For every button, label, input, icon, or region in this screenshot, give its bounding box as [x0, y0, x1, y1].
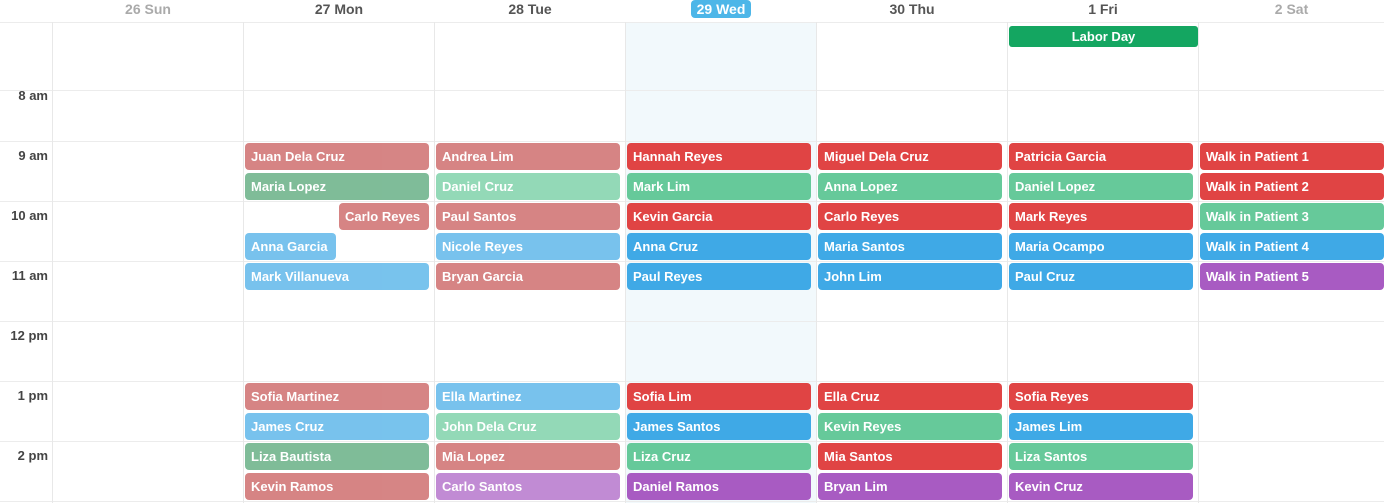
- all-day-event-labor-day[interactable]: Labor Day: [1009, 26, 1198, 47]
- event-paul-cruz[interactable]: Paul Cruz: [1009, 263, 1193, 290]
- grid-line: [625, 22, 626, 503]
- event-bryan-garcia[interactable]: Bryan Garcia: [436, 263, 620, 290]
- event-carlo-santos[interactable]: Carlo Santos: [436, 473, 620, 500]
- event-john-dela-cruz[interactable]: John Dela Cruz: [436, 413, 620, 440]
- event-bryan-lim[interactable]: Bryan Lim: [818, 473, 1002, 500]
- time-label-2pm: 2 pm: [17, 448, 48, 463]
- grid-line: [0, 501, 1384, 502]
- event-paul-reyes[interactable]: Paul Reyes: [627, 263, 811, 290]
- time-label-10am: 10 am: [11, 208, 48, 223]
- event-daniel-cruz[interactable]: Daniel Cruz: [436, 173, 620, 200]
- event-james-santos[interactable]: James Santos: [627, 413, 811, 440]
- grid-line: [434, 22, 435, 503]
- event-sofia-martinez[interactable]: Sofia Martinez: [245, 383, 429, 410]
- time-label-9am: 9 am: [18, 148, 48, 163]
- event-mia-lopez[interactable]: Mia Lopez: [436, 443, 620, 470]
- event-maria-ocampo[interactable]: Maria Ocampo: [1009, 233, 1193, 260]
- grid-line: [0, 321, 1384, 322]
- event-mark-villanueva[interactable]: Mark Villanueva: [245, 263, 429, 290]
- event-james-lim[interactable]: James Lim: [1009, 413, 1193, 440]
- event-maria-lopez[interactable]: Maria Lopez: [245, 173, 429, 200]
- time-label-8am: 8 am: [18, 88, 48, 103]
- event-anna-lopez[interactable]: Anna Lopez: [818, 173, 1002, 200]
- event-james-cruz[interactable]: James Cruz: [245, 413, 429, 440]
- event-mark-lim[interactable]: Mark Lim: [627, 173, 811, 200]
- event-ella-cruz[interactable]: Ella Cruz: [818, 383, 1002, 410]
- event-walk-in-patient-4[interactable]: Walk in Patient 4: [1200, 233, 1384, 260]
- event-liza-cruz[interactable]: Liza Cruz: [627, 443, 811, 470]
- event-mark-reyes[interactable]: Mark Reyes: [1009, 203, 1193, 230]
- grid-line: [0, 381, 1384, 382]
- event-liza-bautista[interactable]: Liza Bautista: [245, 443, 429, 470]
- event-daniel-ramos[interactable]: Daniel Ramos: [627, 473, 811, 500]
- event-walk-in-patient-2[interactable]: Walk in Patient 2: [1200, 173, 1384, 200]
- grid-line: [0, 201, 1384, 202]
- event-anna-garcia[interactable]: Anna Garcia: [245, 233, 336, 260]
- grid-line: [1198, 22, 1199, 503]
- event-kevin-cruz[interactable]: Kevin Cruz: [1009, 473, 1193, 500]
- day-header-sun[interactable]: 26 Sun: [53, 0, 243, 22]
- day-header-fri[interactable]: 1 Fri: [1008, 0, 1198, 22]
- day-header-mon[interactable]: 27 Mon: [244, 0, 434, 22]
- event-liza-santos[interactable]: Liza Santos: [1009, 443, 1193, 470]
- grid-line: [0, 261, 1384, 262]
- event-kevin-ramos[interactable]: Kevin Ramos: [245, 473, 429, 500]
- event-anna-cruz[interactable]: Anna Cruz: [627, 233, 811, 260]
- event-carlo-reyes-thu[interactable]: Carlo Reyes: [818, 203, 1002, 230]
- event-sofia-lim[interactable]: Sofia Lim: [627, 383, 811, 410]
- event-walk-in-patient-3[interactable]: Walk in Patient 3: [1200, 203, 1384, 230]
- event-maria-santos[interactable]: Maria Santos: [818, 233, 1002, 260]
- time-label-11am: 11 am: [11, 268, 48, 283]
- event-sofia-reyes[interactable]: Sofia Reyes: [1009, 383, 1193, 410]
- event-miguel-dela-cruz[interactable]: Miguel Dela Cruz: [818, 143, 1002, 170]
- event-andrea-lim[interactable]: Andrea Lim: [436, 143, 620, 170]
- day-header-thu[interactable]: 30 Thu: [817, 0, 1007, 22]
- time-label-12pm: 12 pm: [10, 328, 48, 343]
- grid-line: [0, 90, 1384, 91]
- grid-line: [52, 22, 53, 503]
- grid-line: [816, 22, 817, 503]
- grid-line: [0, 22, 1384, 23]
- day-header-tue[interactable]: 28 Tue: [435, 0, 625, 22]
- event-walk-in-patient-1[interactable]: Walk in Patient 1: [1200, 143, 1384, 170]
- day-header-sat[interactable]: 2 Sat: [1199, 0, 1384, 22]
- event-nicole-reyes[interactable]: Nicole Reyes: [436, 233, 620, 260]
- event-hannah-reyes[interactable]: Hannah Reyes: [627, 143, 811, 170]
- event-ella-martinez[interactable]: Ella Martinez: [436, 383, 620, 410]
- event-walk-in-patient-5[interactable]: Walk in Patient 5: [1200, 263, 1384, 290]
- event-carlo-reyes[interactable]: Carlo Reyes: [339, 203, 429, 230]
- week-calendar: 26 Sun 27 Mon 28 Tue 29 Wed 30 Thu 1 Fri…: [0, 0, 1384, 503]
- event-mia-santos[interactable]: Mia Santos: [818, 443, 1002, 470]
- event-patricia-garcia[interactable]: Patricia Garcia: [1009, 143, 1193, 170]
- event-john-lim[interactable]: John Lim: [818, 263, 1002, 290]
- event-daniel-lopez[interactable]: Daniel Lopez: [1009, 173, 1193, 200]
- grid-line: [243, 22, 244, 503]
- event-kevin-reyes[interactable]: Kevin Reyes: [818, 413, 1002, 440]
- time-label-1pm: 1 pm: [17, 388, 48, 403]
- grid-line: [0, 141, 1384, 142]
- event-kevin-garcia[interactable]: Kevin Garcia: [627, 203, 811, 230]
- grid-line: [0, 441, 1384, 442]
- today-badge: 29 Wed: [690, 0, 752, 18]
- day-header-wed[interactable]: 29 Wed: [626, 0, 816, 22]
- event-juan-dela-cruz[interactable]: Juan Dela Cruz: [245, 143, 429, 170]
- grid-line: [1007, 22, 1008, 503]
- event-paul-santos[interactable]: Paul Santos: [436, 203, 620, 230]
